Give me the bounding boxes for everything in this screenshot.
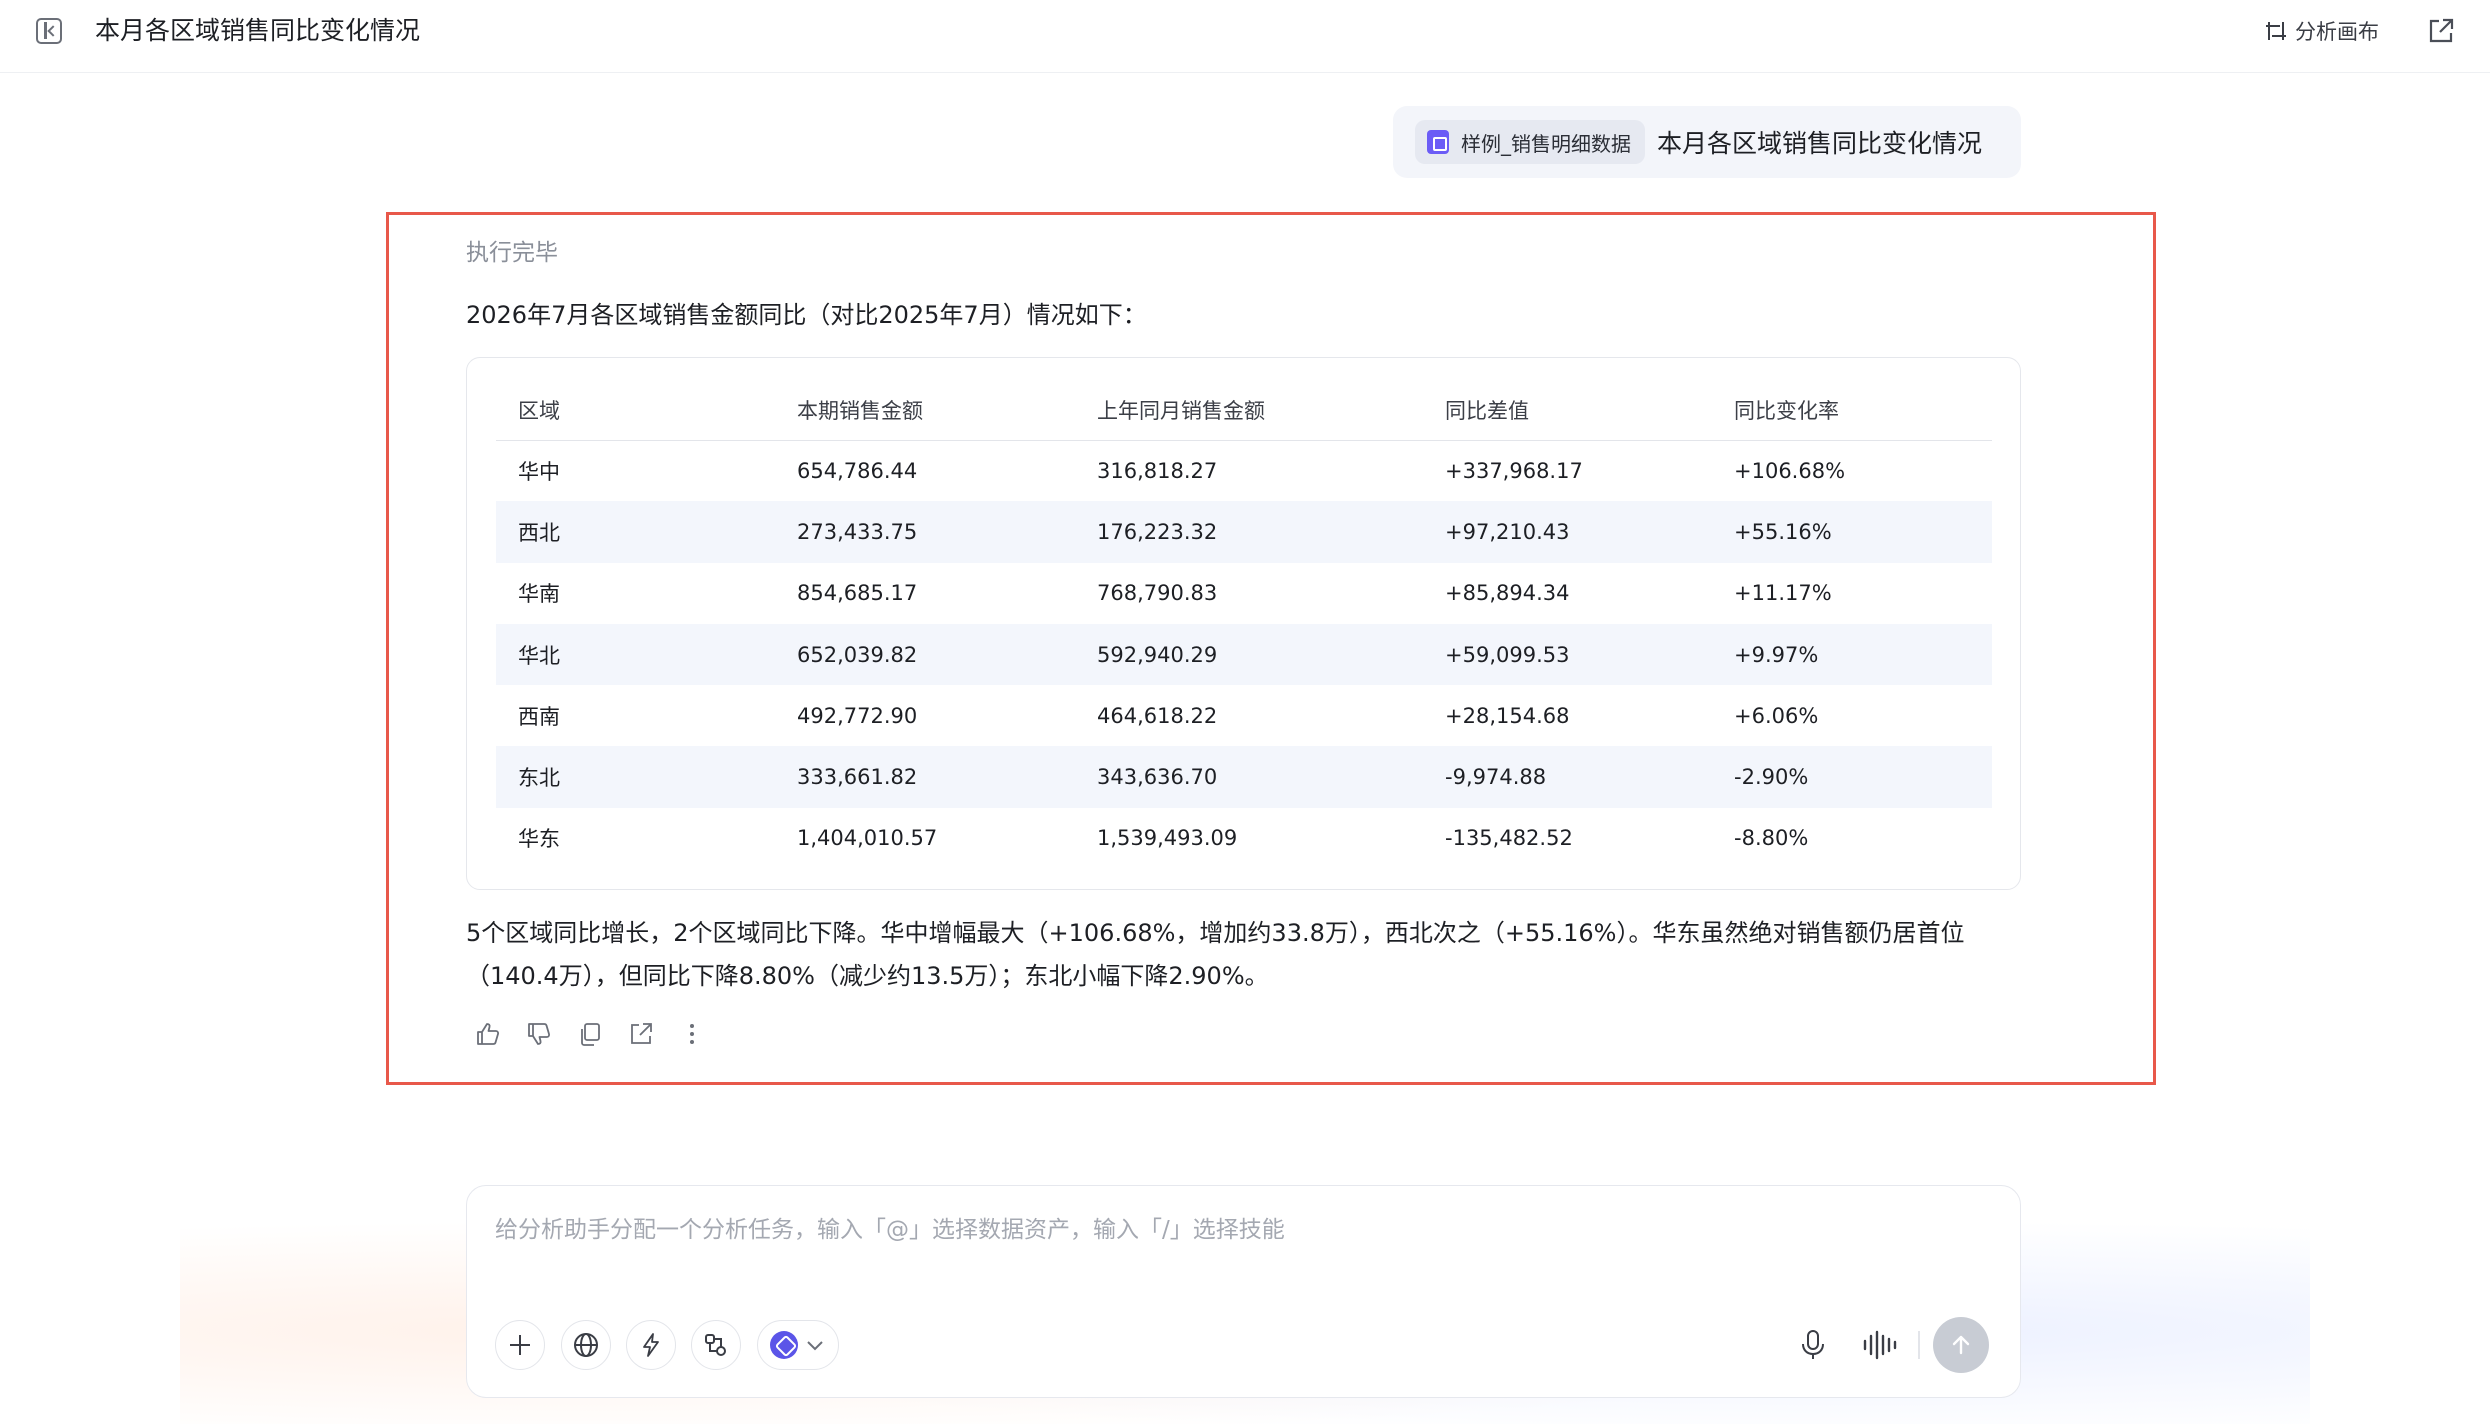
table-cell: +97,210.43 [1423,501,1712,563]
send-arrow-icon [1952,1335,1970,1355]
send-button[interactable] [1933,1317,1989,1373]
web-search-button[interactable] [561,1320,611,1370]
globe-icon [574,1333,598,1357]
table-cell: -135,482.52 [1445,826,1573,851]
share-icon[interactable] [2426,16,2456,46]
chevron-down-icon [807,1341,823,1351]
page-title: 本月各区域销售同比变化情况 [95,16,421,45]
table-cell: 西北 [496,501,775,563]
data-asset-chip[interactable]: 样例_销售明细数据 [1415,120,1645,164]
microphone-icon[interactable] [1797,1328,1829,1362]
table-row: 华北 652,039.82 592,940.29 +59,099.53 +9.9… [496,623,1992,686]
result-table: 区域 本期销售金额 上年同月销售金额 同比差值 同比变化率 华中 654,786… [496,380,1992,869]
table-cell: -9,974.88 [1423,746,1712,808]
table-cell: 592,940.29 [1075,623,1423,686]
table-cell: +11.17% [1734,581,1832,606]
chat-input-placeholder[interactable]: 给分析助手分配一个分析任务，输入「@」选择数据资产，输入「/」选择技能 [495,1210,1285,1244]
lightning-icon [643,1333,659,1357]
table-cell: 333,661.82 [775,746,1075,808]
table-cell: 854,685.17 [797,581,918,606]
execution-status: 执行完毕 [466,240,558,266]
table-cell: +106.68% [1734,458,1846,483]
table-row: 西南 492,772.90 464,618.22 +28,154.68 +6.0… [496,685,1992,746]
input-divider [1918,1331,1920,1359]
sidebar-toggle-icon[interactable] [36,18,62,44]
table-cell: +85,894.34 [1445,581,1570,606]
table-cell: 273,433.75 [775,501,1075,563]
column-header-last-year-sales: 上年同月销售金额 [1075,380,1423,441]
table-cell: +59,099.53 [1423,623,1712,686]
table-cell: 768,790.83 [1097,581,1218,606]
canvas-icon [2266,22,2286,40]
user-message-bubble: 样例_销售明细数据 本月各区域销售同比变化情况 [1393,106,2021,178]
table-cell: 316,818.27 [1097,458,1218,483]
analysis-canvas-label: 分析画布 [2295,20,2379,44]
add-button[interactable] [495,1320,545,1370]
share-icon[interactable] [625,1018,657,1050]
column-header-yoy-diff: 同比差值 [1423,380,1712,441]
table-cell: 华北 [496,623,775,686]
model-logo-icon [770,1331,798,1359]
table-cell: 1,539,493.09 [1097,826,1238,851]
table-cell: 东北 [496,746,775,808]
skill-icon [705,1334,726,1356]
chat-input-box[interactable]: 给分析助手分配一个分析任务，输入「@」选择数据资产，输入「/」选择技能 [466,1185,2021,1398]
table-cell: +28,154.68 [1445,703,1570,728]
result-table-card: 区域 本期销售金额 上年同月销售金额 同比差值 同比变化率 华中 654,786… [466,357,2021,890]
table-cell: +6.06% [1734,703,1819,728]
plus-icon [510,1335,530,1355]
table-cell: 华中 [518,459,560,484]
analysis-canvas-button[interactable]: 分析画布 [2265,16,2379,46]
table-cell: 654,786.44 [797,458,918,483]
table-cell: 464,618.22 [1097,703,1218,728]
table-cell: 343,636.70 [1075,746,1423,808]
table-row: 东北 333,661.82 343,636.70 -9,974.88 -2.90… [496,746,1992,808]
table-cell: +55.16% [1712,501,1992,563]
copy-icon[interactable] [574,1018,606,1050]
table-cell: 华东 [518,827,560,852]
table-cell: -8.80% [1734,826,1809,851]
user-message-text: 本月各区域销售同比变化情况 [1657,129,1983,158]
table-row: 西北 273,433.75 176,223.32 +97,210.43 +55.… [496,501,1992,563]
voice-wave-icon[interactable] [1860,1328,1900,1362]
column-header-current-sales: 本期销售金额 [775,380,1075,441]
table-cell: 西南 [518,704,560,729]
dataset-icon [1427,130,1449,154]
table-row: 华东 1,404,010.57 1,539,493.09 -135,482.52… [496,808,1992,869]
table-header-row: 区域 本期销售金额 上年同月销售金额 同比差值 同比变化率 [496,380,1992,441]
table-cell: +337,968.17 [1445,458,1583,483]
response-intro: 2026年7月各区域销售金额同比（对比2025年7月）情况如下： [466,301,1147,329]
message-actions [472,1018,727,1050]
table-row: 华中 654,786.44 316,818.27 +337,968.17 +10… [496,440,1992,501]
response-summary: 5个区域同比增长，2个区域同比下降。华中增幅最大（+106.68%，增加约33.… [466,919,1965,990]
table-row: 华南 854,685.17 768,790.83 +85,894.34 +11.… [496,563,1992,624]
table-cell: -2.90% [1712,746,1992,808]
model-selector[interactable] [757,1320,839,1370]
quick-mode-button[interactable] [626,1320,676,1370]
column-header-yoy-rate: 同比变化率 [1712,380,1992,441]
table-cell: 华南 [518,582,560,607]
more-icon[interactable] [676,1018,708,1050]
table-cell: 176,223.32 [1075,501,1423,563]
data-asset-label: 样例_销售明细数据 [1461,131,1631,156]
table-cell: 1,404,010.57 [797,826,938,851]
table-cell: +9.97% [1712,623,1992,686]
thumbs-up-icon[interactable] [472,1018,504,1050]
skills-button[interactable] [691,1320,741,1370]
table-cell: 652,039.82 [775,623,1075,686]
top-bar: 本月各区域销售同比变化情况 分析画布 [0,0,2490,73]
table-cell: 492,772.90 [797,703,918,728]
column-header-region: 区域 [496,380,775,441]
thumbs-down-icon[interactable] [523,1018,555,1050]
